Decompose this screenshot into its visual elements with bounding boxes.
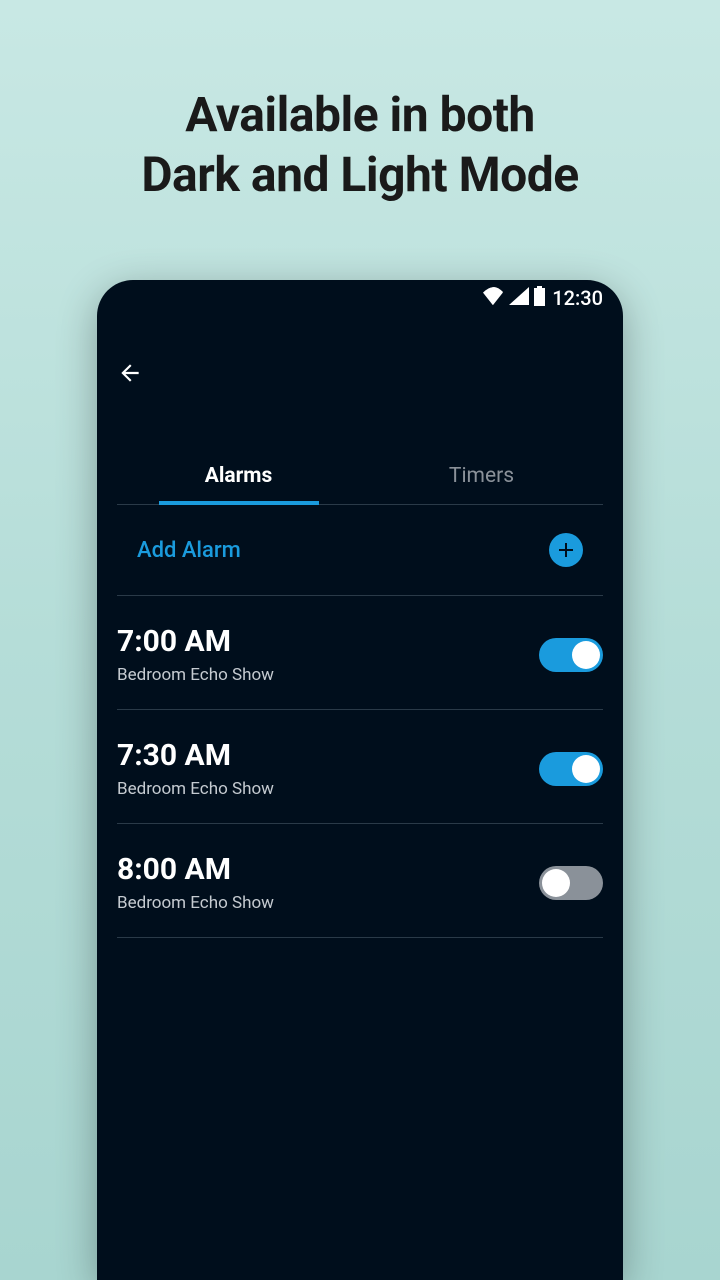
- cellular-icon: [509, 286, 529, 310]
- alarm-device: Bedroom Echo Show: [117, 893, 274, 913]
- toggle-knob: [572, 641, 600, 669]
- back-button[interactable]: [117, 360, 143, 386]
- alarm-toggle[interactable]: [539, 752, 603, 786]
- alarm-toggle[interactable]: [539, 638, 603, 672]
- alarm-list: 7:00 AM Bedroom Echo Show 7:30 AM Bedroo…: [117, 596, 603, 938]
- status-time: 12:30: [552, 286, 603, 310]
- tab-alarms[interactable]: Alarms: [117, 448, 360, 504]
- add-alarm-row[interactable]: Add Alarm: [117, 505, 603, 596]
- alarm-toggle[interactable]: [539, 866, 603, 900]
- alarm-device: Bedroom Echo Show: [117, 779, 274, 799]
- alarm-info: 7:00 AM Bedroom Echo Show: [117, 624, 274, 685]
- status-icons: [483, 286, 546, 311]
- hero-line1: Available in both: [0, 85, 720, 145]
- toggle-knob: [542, 869, 570, 897]
- arrow-left-icon: [117, 360, 143, 386]
- alarm-row[interactable]: 8:00 AM Bedroom Echo Show: [117, 824, 603, 938]
- app-header: [97, 316, 623, 400]
- battery-icon: [533, 286, 546, 311]
- hero-title: Available in both Dark and Light Mode: [0, 0, 720, 205]
- alarm-device: Bedroom Echo Show: [117, 665, 274, 685]
- toggle-knob: [572, 755, 600, 783]
- phone-frame: 12:30 Alarms Timers Add Alarm 7:00 AM Be…: [97, 280, 623, 1280]
- tab-label: Timers: [449, 464, 514, 488]
- alarm-row[interactable]: 7:00 AM Bedroom Echo Show: [117, 596, 603, 710]
- status-bar: 12:30: [97, 280, 623, 316]
- hero-line2: Dark and Light Mode: [0, 145, 720, 205]
- add-alarm-label: Add Alarm: [137, 538, 241, 563]
- alarm-row[interactable]: 7:30 AM Bedroom Echo Show: [117, 710, 603, 824]
- add-alarm-button[interactable]: [549, 533, 583, 567]
- wifi-icon: [483, 286, 505, 310]
- alarm-time: 7:30 AM: [117, 738, 274, 773]
- tab-timers[interactable]: Timers: [360, 448, 603, 504]
- alarm-time: 8:00 AM: [117, 852, 274, 887]
- alarm-time: 7:00 AM: [117, 624, 274, 659]
- plus-icon: [556, 540, 576, 560]
- alarm-info: 7:30 AM Bedroom Echo Show: [117, 738, 274, 799]
- alarm-info: 8:00 AM Bedroom Echo Show: [117, 852, 274, 913]
- tabs: Alarms Timers: [117, 448, 603, 505]
- tab-label: Alarms: [205, 464, 273, 488]
